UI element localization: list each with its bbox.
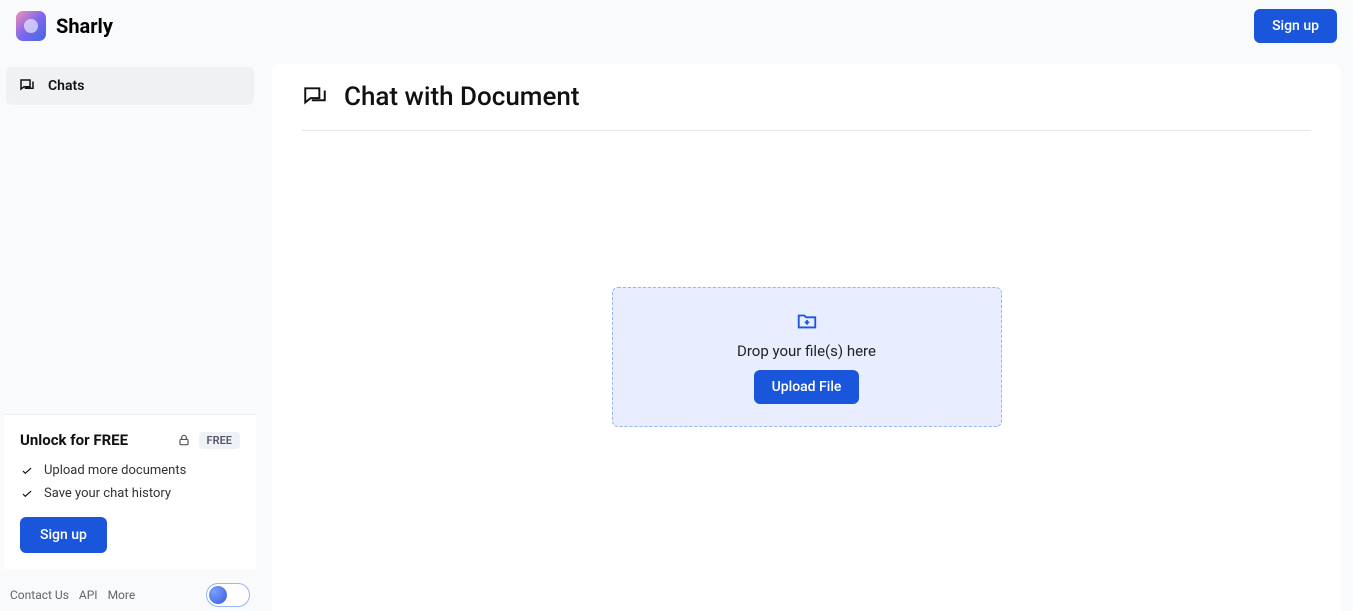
footer-link-more[interactable]: More [108, 588, 136, 602]
header: Sharly Sign up [0, 0, 1353, 52]
page-title: Chat with Document [344, 82, 580, 112]
sidebar-footer: Contact Us API More [0, 573, 260, 611]
folder-add-icon [795, 310, 819, 332]
chat-icon [18, 77, 36, 95]
sidebar-item-label: Chats [48, 78, 84, 94]
moon-icon [209, 586, 227, 604]
signup-button-sidebar[interactable]: Sign up [20, 517, 107, 553]
feature-item: Save your chat history [20, 486, 240, 501]
check-icon [20, 487, 34, 501]
upload-file-button[interactable]: Upload File [754, 370, 860, 404]
lock-icon [177, 433, 191, 447]
unlock-title: Unlock for FREE [20, 431, 128, 449]
file-dropzone[interactable]: Drop your file(s) here Upload File [612, 287, 1002, 427]
footer-link-api[interactable]: API [79, 588, 98, 602]
feature-item: Upload more documents [20, 463, 240, 478]
brand-name: Sharly [56, 14, 113, 38]
logo-icon [16, 11, 46, 41]
sidebar: Chats Unlock for FREE FREE Upload more d… [0, 52, 260, 611]
sidebar-item-chats[interactable]: Chats [6, 67, 254, 105]
unlock-card: Unlock for FREE FREE Upload more documen… [4, 414, 256, 569]
main-content: Chat with Document Drop your file(s) her… [260, 52, 1353, 611]
dropzone-prompt: Drop your file(s) here [737, 342, 876, 360]
theme-toggle[interactable] [206, 583, 250, 607]
free-badge: FREE [199, 432, 240, 449]
chat-icon [302, 84, 328, 110]
signup-button-top[interactable]: Sign up [1254, 9, 1337, 43]
brand-logo[interactable]: Sharly [16, 11, 113, 41]
check-icon [20, 464, 34, 478]
feature-text: Save your chat history [44, 486, 171, 501]
feature-text: Upload more documents [44, 463, 186, 478]
footer-link-contact[interactable]: Contact Us [10, 588, 69, 602]
